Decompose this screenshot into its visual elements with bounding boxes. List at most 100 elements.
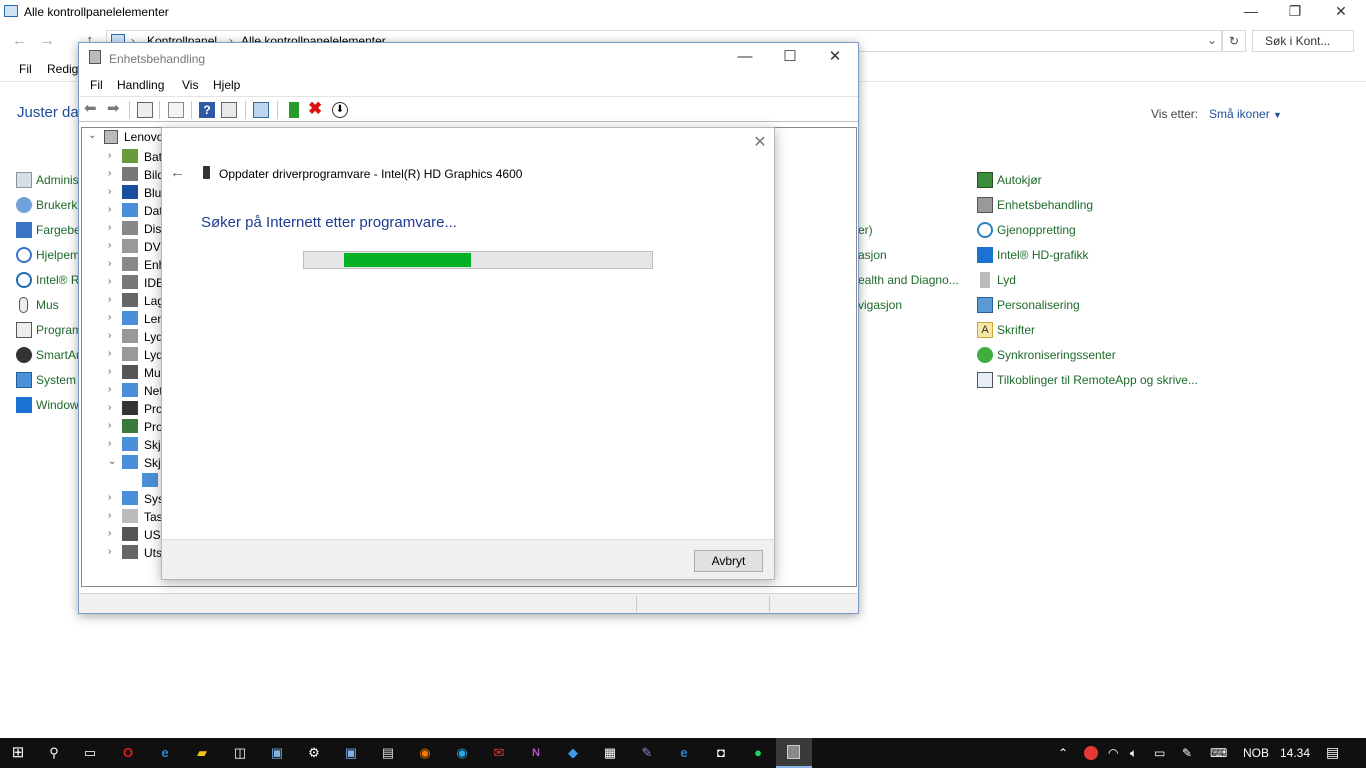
view-icon[interactable] bbox=[221, 102, 237, 118]
search-input[interactable]: Søk i Kont... bbox=[1252, 30, 1354, 52]
chevron-down-icon[interactable]: ⌄ bbox=[1207, 33, 1217, 47]
chevron-right-icon[interactable]: › bbox=[108, 276, 111, 287]
dm-toolbar: ⬅ ➡ ? ✖ ⬇ bbox=[79, 96, 858, 122]
chevron-right-icon[interactable]: › bbox=[108, 294, 111, 305]
chevron-right-icon[interactable]: › bbox=[108, 222, 111, 233]
chevron-right-icon[interactable]: › bbox=[108, 492, 111, 503]
chevron-right-icon[interactable]: › bbox=[108, 204, 111, 215]
menu-rediger[interactable]: Redig bbox=[47, 62, 78, 76]
menu-handling[interactable]: Handling bbox=[117, 78, 164, 92]
chevron-right-icon[interactable]: › bbox=[108, 528, 111, 539]
battery-icon[interactable]: ▭ bbox=[1154, 746, 1165, 760]
update-driver-icon[interactable] bbox=[289, 102, 299, 118]
device-manager-taskbar-button[interactable] bbox=[776, 738, 812, 768]
wifi-icon[interactable]: ◠ bbox=[1108, 746, 1118, 760]
close-icon[interactable]: ✕ bbox=[1318, 0, 1364, 24]
close-icon[interactable]: ✕ bbox=[750, 133, 770, 153]
back-arrow-icon[interactable]: ← bbox=[12, 32, 27, 49]
cp-item-col2-0[interactable]: er) bbox=[858, 223, 873, 237]
tree-root-label[interactable]: Lenovo bbox=[124, 130, 163, 144]
settings-gear-icon[interactable]: ⚙ bbox=[304, 743, 324, 763]
chevron-right-icon[interactable]: › bbox=[108, 348, 111, 359]
edge-icon[interactable]: e bbox=[155, 743, 175, 763]
speaker-icon bbox=[980, 272, 990, 288]
chevron-right-icon[interactable]: › bbox=[108, 330, 111, 341]
back-arrow-icon[interactable]: ← bbox=[170, 164, 185, 181]
app-icon[interactable]: ◆ bbox=[563, 743, 583, 763]
cp-item-col2-1[interactable]: asjon bbox=[858, 248, 887, 262]
download-icon[interactable]: ⬇ bbox=[332, 102, 348, 118]
chevron-right-icon[interactable]: › bbox=[108, 546, 111, 557]
action-center-icon[interactable]: ▤ bbox=[1326, 744, 1339, 761]
chevron-right-icon[interactable]: › bbox=[108, 402, 111, 413]
tray-app-icon[interactable] bbox=[1084, 746, 1098, 760]
chevron-right-icon[interactable]: › bbox=[108, 150, 111, 161]
chevron-right-icon[interactable]: › bbox=[108, 312, 111, 323]
cancel-button[interactable]: Avbryt bbox=[694, 550, 763, 572]
minimize-icon[interactable]: — bbox=[722, 43, 768, 73]
cp-item-col2-3[interactable]: vigasjon bbox=[858, 298, 902, 312]
menu-vis[interactable]: Vis bbox=[182, 78, 198, 92]
pen-icon[interactable]: ✎ bbox=[637, 743, 657, 763]
control-panel-icon[interactable]: ▣ bbox=[267, 743, 287, 763]
task-view-icon[interactable]: ▭ bbox=[80, 743, 100, 763]
store-icon[interactable]: ◫ bbox=[230, 743, 250, 763]
back-arrow-icon[interactable]: ⬅ bbox=[84, 101, 100, 118]
refresh-icon[interactable]: ↻ bbox=[1222, 30, 1246, 52]
tree-row-label: Mu bbox=[144, 366, 161, 380]
mouse-icon bbox=[19, 297, 28, 313]
caret-down-icon: ▼ bbox=[1273, 110, 1282, 120]
restore-icon[interactable]: ❐ bbox=[1272, 0, 1318, 24]
keyboard-icon[interactable]: ⌨ bbox=[1210, 746, 1227, 760]
menu-hjelp[interactable]: Hjelp bbox=[213, 78, 240, 92]
uninstall-icon[interactable]: ✖ bbox=[308, 100, 324, 118]
forward-arrow-icon[interactable]: → bbox=[40, 32, 55, 49]
menu-fil[interactable]: Fil bbox=[90, 78, 103, 92]
notepad-icon[interactable]: ▤ bbox=[378, 743, 398, 763]
volume-icon[interactable]: 🔈︎ bbox=[1130, 746, 1137, 761]
chevron-right-icon[interactable]: › bbox=[108, 438, 111, 449]
chevron-right-icon[interactable]: › bbox=[108, 510, 111, 521]
list-view-icon[interactable] bbox=[168, 102, 184, 118]
chevron-right-icon[interactable]: › bbox=[108, 366, 111, 377]
chevron-right-icon[interactable]: › bbox=[108, 258, 111, 269]
input-language[interactable]: NOB bbox=[1243, 746, 1269, 760]
chevron-down-icon[interactable]: ⌄ bbox=[108, 456, 116, 467]
camera-icon[interactable]: ◘ bbox=[711, 743, 731, 763]
calculator-icon[interactable]: ▦ bbox=[600, 743, 620, 763]
maximize-icon[interactable]: ☐ bbox=[767, 43, 813, 73]
toolbar-separator bbox=[129, 101, 130, 119]
cp-item-col2-2[interactable]: ealth and Diagno... bbox=[858, 273, 959, 287]
file-explorer-icon[interactable]: ▰ bbox=[192, 743, 212, 763]
chevron-up-icon[interactable]: ⌃ bbox=[1058, 746, 1068, 760]
properties-icon[interactable] bbox=[137, 102, 153, 118]
firefox-icon[interactable]: ◉ bbox=[415, 743, 435, 763]
help-icon[interactable]: ? bbox=[199, 102, 215, 118]
opera-icon[interactable]: O bbox=[118, 743, 138, 763]
cp-window-title: Alle kontrollpanelelementer bbox=[24, 5, 169, 19]
clock[interactable]: 14.34 bbox=[1280, 746, 1310, 760]
close-icon[interactable]: ✕ bbox=[812, 43, 858, 73]
chevron-right-icon[interactable]: › bbox=[108, 420, 111, 431]
forward-arrow-icon[interactable]: ➡ bbox=[107, 101, 123, 118]
mail-icon[interactable]: ✉ bbox=[489, 743, 509, 763]
search-icon[interactable]: ⚲ bbox=[44, 743, 64, 763]
ease-of-access-icon bbox=[16, 247, 32, 263]
chevron-right-icon[interactable]: › bbox=[108, 186, 111, 197]
disk-icon bbox=[122, 221, 138, 235]
chevron-down-icon[interactable]: ⌄ bbox=[88, 130, 96, 141]
thunderbird-icon[interactable]: ◉ bbox=[452, 743, 472, 763]
spotify-icon[interactable]: ● bbox=[748, 743, 768, 763]
chevron-right-icon[interactable]: › bbox=[108, 384, 111, 395]
minimize-icon[interactable]: — bbox=[1228, 0, 1274, 24]
onenote-icon[interactable]: N bbox=[526, 743, 546, 763]
monitor-icon[interactable]: ▣ bbox=[341, 743, 361, 763]
chevron-right-icon[interactable]: › bbox=[108, 168, 111, 179]
view-by-dropdown[interactable]: Små ikoner ▼ bbox=[1209, 107, 1282, 121]
windows-start-icon[interactable]: ⊞ bbox=[8, 743, 28, 763]
monitor-icon[interactable] bbox=[253, 102, 269, 118]
pen-workspace-icon[interactable]: ✎ bbox=[1182, 746, 1192, 760]
menu-fil[interactable]: Fil bbox=[19, 62, 32, 76]
internet-explorer-icon[interactable]: e bbox=[674, 743, 694, 763]
chevron-right-icon[interactable]: › bbox=[108, 240, 111, 251]
